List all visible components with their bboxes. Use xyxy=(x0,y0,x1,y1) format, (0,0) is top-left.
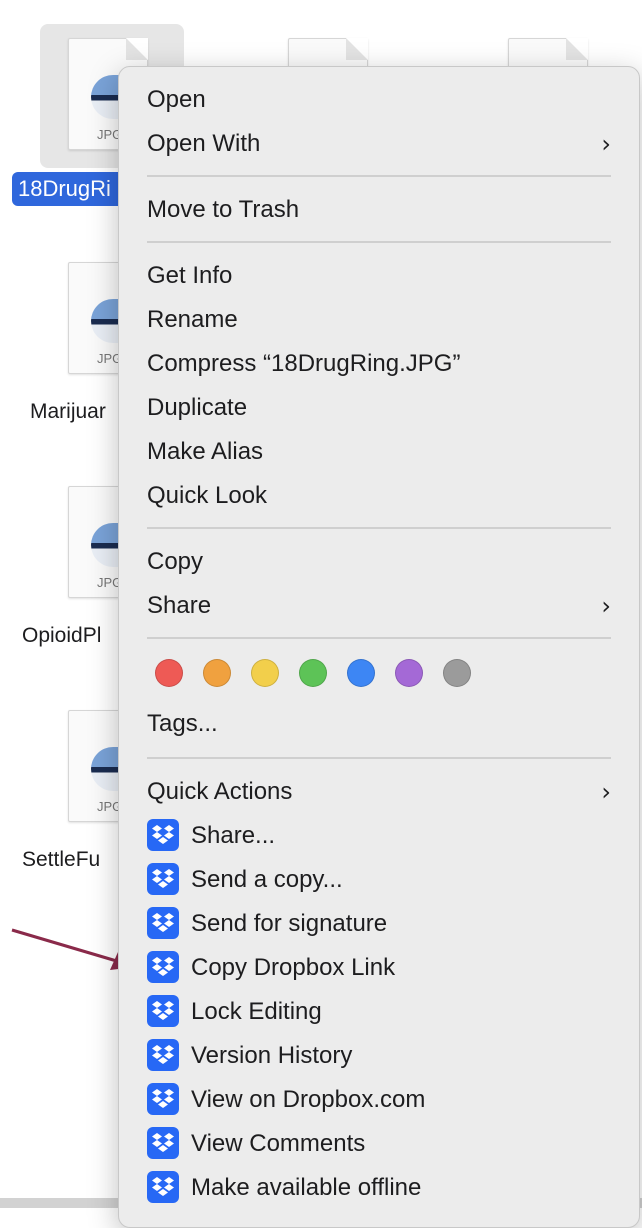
menu-item-label: Open With xyxy=(147,130,261,157)
menu-item-quick-actions[interactable]: Quick Actions › xyxy=(147,773,611,811)
menu-separator xyxy=(147,175,611,177)
menu-item-label: Rename xyxy=(147,306,238,333)
menu-item-rename[interactable]: Rename xyxy=(147,301,611,339)
tag-color-purple[interactable] xyxy=(395,659,423,687)
menu-item-tags[interactable]: Tags... xyxy=(147,705,611,743)
menu-item-copy[interactable]: Copy xyxy=(147,543,611,581)
menu-item-label: Lock Editing xyxy=(191,998,322,1025)
menu-item-view-on-dropbox-com[interactable]: View on Dropbox.com xyxy=(147,1081,611,1119)
file-name[interactable]: SettleFu xyxy=(22,848,100,872)
menu-item-lock-editing[interactable]: Lock Editing xyxy=(147,993,611,1031)
menu-item-move-to-trash[interactable]: Move to Trash xyxy=(147,191,611,229)
menu-item-label: Send a copy... xyxy=(191,866,343,893)
chevron-right-icon: › xyxy=(601,778,611,806)
menu-item-label: Copy Dropbox Link xyxy=(191,954,396,981)
menu-separator xyxy=(147,241,611,243)
menu-item-label: Quick Look xyxy=(147,482,268,509)
menu-item-make-available-offline[interactable]: Make available offline xyxy=(147,1169,611,1207)
dropbox-icon xyxy=(147,995,179,1027)
menu-item-version-history[interactable]: Version History xyxy=(147,1037,611,1075)
menu-item-label: Move to Trash xyxy=(147,196,300,223)
tag-color-yellow[interactable] xyxy=(251,659,279,687)
menu-item-view-comments[interactable]: View Comments xyxy=(147,1125,611,1163)
menu-item-compress[interactable]: Compress “18DrugRing.JPG” xyxy=(147,345,611,383)
menu-item-label: Make available offline xyxy=(191,1174,422,1201)
tag-color-blue[interactable] xyxy=(347,659,375,687)
tag-color-orange[interactable] xyxy=(203,659,231,687)
menu-item-send-a-copy[interactable]: Send a copy... xyxy=(147,861,611,899)
dropbox-icon xyxy=(147,1039,179,1071)
menu-item-label: Send for signature xyxy=(191,910,388,937)
menu-item-get-info[interactable]: Get Info xyxy=(147,257,611,295)
dropbox-icon xyxy=(147,1127,179,1159)
menu-item-label: Open xyxy=(147,86,206,113)
menu-item-open-with[interactable]: Open With › xyxy=(147,125,611,163)
menu-item-label: Duplicate xyxy=(147,394,248,421)
menu-item-send-for-signature[interactable]: Send for signature xyxy=(147,905,611,943)
menu-separator xyxy=(147,757,611,759)
tag-color-green[interactable] xyxy=(299,659,327,687)
dropbox-icon xyxy=(147,1171,179,1203)
chevron-right-icon: › xyxy=(601,130,611,158)
dropbox-icon xyxy=(147,819,179,851)
menu-item-copy-dropbox-link[interactable]: Copy Dropbox Link xyxy=(147,949,611,987)
file-name[interactable]: Marijuar xyxy=(30,400,106,424)
dropbox-icon xyxy=(147,1083,179,1115)
file-name: 18DrugRi xyxy=(18,176,111,201)
menu-item-label: Share... xyxy=(191,822,276,849)
menu-item-label: View Comments xyxy=(191,1130,366,1157)
context-menu: Open Open With › Move to Trash Get Info … xyxy=(118,66,640,1228)
menu-item-label: Version History xyxy=(191,1042,353,1069)
menu-item-label: Copy xyxy=(147,548,204,575)
menu-item-make-alias[interactable]: Make Alias xyxy=(147,433,611,471)
menu-item-label: Make Alias xyxy=(147,438,264,465)
menu-item-duplicate[interactable]: Duplicate xyxy=(147,389,611,427)
menu-item-share[interactable]: Share › xyxy=(147,587,611,625)
menu-item-label: Tags... xyxy=(147,710,218,737)
chevron-right-icon: › xyxy=(601,592,611,620)
menu-item-label: Share xyxy=(147,592,212,619)
tag-color-red[interactable] xyxy=(155,659,183,687)
menu-item-label: Compress “18DrugRing.JPG” xyxy=(147,350,461,377)
dropbox-icon xyxy=(147,951,179,983)
dropbox-icon xyxy=(147,863,179,895)
menu-item-share[interactable]: Share... xyxy=(147,817,611,855)
dropbox-icon xyxy=(147,907,179,939)
menu-item-label: Get Info xyxy=(147,262,233,289)
menu-item-label: View on Dropbox.com xyxy=(191,1086,426,1113)
menu-item-open[interactable]: Open xyxy=(147,81,611,119)
menu-separator xyxy=(147,637,611,639)
menu-item-label: Quick Actions xyxy=(147,778,293,805)
file-name[interactable]: OpioidPl xyxy=(22,624,101,648)
menu-item-quick-look[interactable]: Quick Look xyxy=(147,477,611,515)
tag-color-gray[interactable] xyxy=(443,659,471,687)
menu-separator xyxy=(147,527,611,529)
